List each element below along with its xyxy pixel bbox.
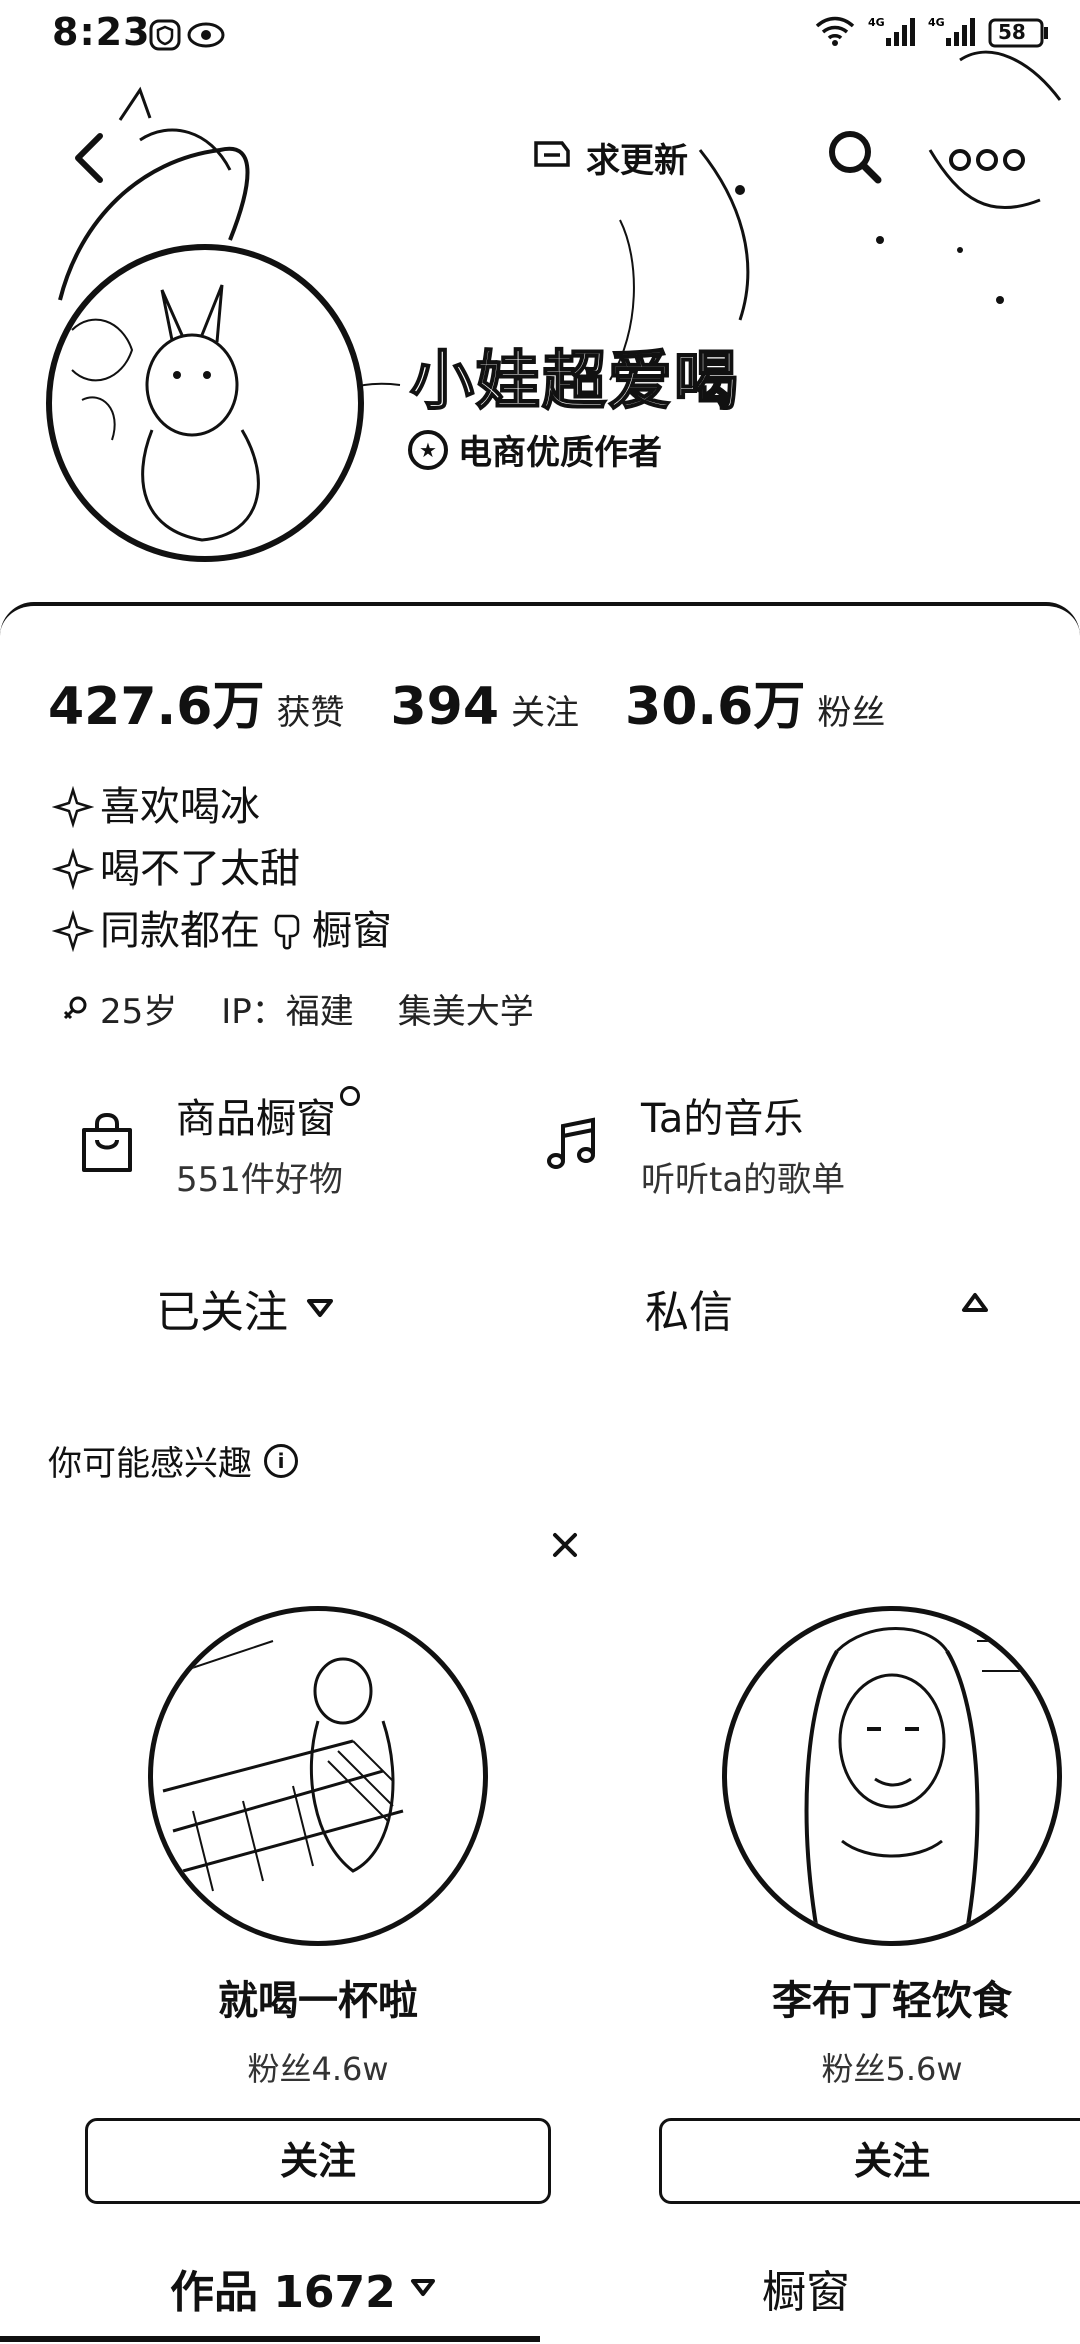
sparkle-icon (52, 786, 94, 828)
bio-text: 喜欢喝冰 (100, 784, 260, 830)
followers-stat[interactable]: 30.6万 粉丝 (625, 664, 931, 739)
shop-window-title: 商品橱窗 (176, 1096, 336, 1142)
bio-line: 同款都在 橱窗 (52, 900, 392, 962)
shield-icon (148, 18, 182, 56)
likes-stat[interactable]: 427.6万 获赞 (48, 664, 390, 739)
new-dot (340, 1086, 360, 1106)
music-card[interactable]: Ta的音乐 听听ta的歌单 (545, 1086, 845, 1201)
battery-level: 58 (998, 20, 1026, 44)
tab-works-label: 作品 1672 (170, 2267, 396, 2318)
tab-shop-window[interactable]: 橱窗 (762, 2256, 850, 2320)
music-subtitle: 听听ta的歌单 (641, 1160, 846, 1200)
active-tab-indicator (0, 2336, 540, 2342)
followed-button[interactable]: 已关注 (156, 1276, 334, 1340)
profile-meta: 25岁 IP：福建 集美大学 (60, 984, 534, 1033)
sparkle-icon (52, 848, 94, 890)
school-label[interactable]: 集美大学 (398, 984, 534, 1033)
message-button[interactable]: 私信 (645, 1276, 733, 1340)
rabbit-avatar-image (71, 284, 260, 542)
following-stat[interactable]: 394 关注 (390, 677, 625, 737)
signal-icon: 4G (868, 14, 916, 52)
recommend-user-name: 就喝一杯啦 (218, 1978, 418, 2024)
badge-label: 电商优质作者 (458, 433, 662, 473)
bio-line: 喝不了太甜 (52, 838, 392, 900)
triangle-down-icon (307, 1299, 333, 1317)
following-count: 394 (390, 677, 500, 737)
close-icon[interactable] (548, 1528, 582, 1562)
follow-button[interactable]: 关注 (659, 2118, 1080, 2204)
recommend-title: 你可能感兴趣 (48, 1444, 252, 1484)
recommend-user-name: 李布丁轻饮食 (772, 1978, 1012, 2024)
recommend-user-card[interactable]: 李布丁轻饮食 粉丝5.6w 关注 (642, 1606, 1080, 2204)
age-label: 25岁 (100, 992, 178, 1032)
wifi-icon (814, 14, 856, 52)
following-label: 关注 (511, 693, 580, 733)
shop-window-card[interactable]: 商品橱窗 551件好物 (78, 1086, 360, 1201)
signal-icon: 4G (928, 14, 976, 52)
star-badge-icon: ★ (408, 429, 448, 470)
info-icon[interactable]: i (264, 1443, 298, 1478)
profile-cover: 8:23 4G 4G 58 求更新 小娃超爱喝 ★ 电商优质作者 (0, 0, 1080, 640)
profile-stats: 427.6万 获赞 394 关注 30.6万 粉丝 (48, 664, 931, 739)
user-photo (153, 1620, 404, 1892)
content-tabs: 作品 1672 橱窗 (0, 2246, 1080, 2344)
feature-cards: 商品橱窗 551件好物 Ta的音乐 听听ta的歌单 (0, 1086, 1080, 1236)
recommend-user-fans: 粉丝5.6w (821, 2050, 963, 2088)
shop-window-subtitle: 551件好物 (176, 1160, 343, 1200)
profile-bio: 喜欢喝冰 喝不了太甜 同款都在 橱窗 (52, 776, 392, 962)
gender-female-icon (63, 996, 87, 1019)
creator-badge[interactable]: ★ 电商优质作者 (408, 425, 662, 474)
recommend-header: 你可能感兴趣 i (48, 1436, 298, 1485)
top-bar: 求更新 (0, 110, 1080, 200)
triangle-down-icon (410, 2279, 435, 2296)
music-title: Ta的音乐 (641, 1096, 804, 1142)
followers-count: 30.6万 (625, 677, 806, 737)
refresh-icon (530, 133, 576, 182)
profile-nickname: 小娃超爱喝 (409, 344, 740, 420)
music-note-icon (547, 1117, 595, 1169)
profile-avatar[interactable] (46, 244, 364, 562)
sparkle-icon (52, 910, 94, 952)
user-photo (804, 1627, 1057, 1932)
svg-text:4G: 4G (868, 16, 885, 29)
request-update-button[interactable]: 求更新 (530, 132, 688, 182)
ip-label: IP：福建 (221, 992, 354, 1032)
likes-label: 获赞 (276, 693, 345, 733)
request-update-label: 求更新 (586, 140, 688, 181)
bio-text: 喝不了太甜 (100, 846, 300, 892)
followed-label: 已关注 (156, 1287, 288, 1338)
follow-button[interactable]: 关注 (85, 2118, 551, 2204)
followers-label: 粉丝 (817, 693, 886, 733)
tab-works[interactable]: 作品 1672 (170, 2256, 436, 2320)
bio-line: 喜欢喝冰 (52, 776, 392, 838)
status-time: 8:23 (52, 10, 151, 54)
bio-text: 橱窗 (312, 908, 392, 954)
bio-text: 同款都在 (100, 908, 260, 954)
triangle-up-icon[interactable] (960, 1290, 990, 1314)
likes-count: 427.6万 (48, 677, 265, 737)
profile-actions: 已关注 私信 (0, 1276, 1080, 1366)
svg-text:4G: 4G (928, 16, 945, 29)
pointing-down-icon (274, 914, 300, 950)
battery-icon: 58 (988, 17, 1050, 49)
recommend-user-avatar[interactable] (148, 1606, 488, 1946)
recommend-user-card[interactable]: 就喝一杯啦 粉丝4.6w 关注 (68, 1606, 568, 2204)
back-icon[interactable] (62, 128, 122, 188)
profile-sheet: 427.6万 获赞 394 关注 30.6万 粉丝 喜欢喝冰 喝不了太甜 同款都… (0, 602, 1080, 2344)
shopping-bag-icon (82, 1112, 132, 1172)
status-bar: 8:23 4G 4G 58 (0, 0, 1080, 80)
recommend-user-fans: 粉丝4.6w (247, 2050, 389, 2088)
age-info: 25岁 (60, 984, 177, 1033)
more-icon[interactable] (944, 130, 1030, 190)
search-icon[interactable] (820, 122, 890, 192)
eye-icon (186, 20, 226, 54)
recommend-user-avatar[interactable] (722, 1606, 1062, 1946)
